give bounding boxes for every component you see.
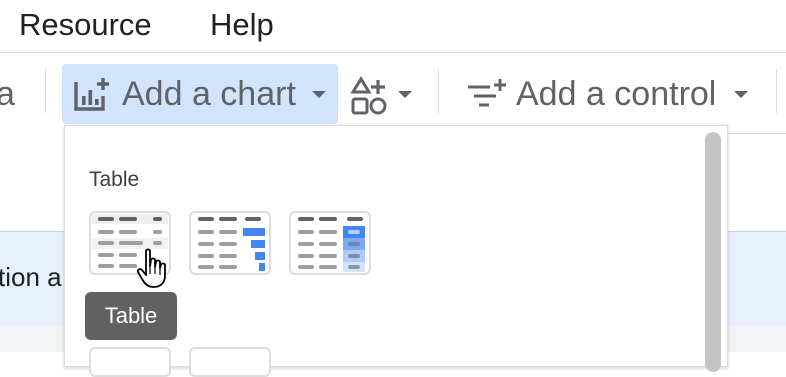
add-chart-label: Add a chart bbox=[122, 75, 296, 113]
menu-help[interactable]: Help bbox=[210, 7, 274, 43]
add-chart-icon bbox=[74, 78, 109, 111]
tooltip: Table bbox=[85, 292, 177, 340]
chart-option-table-with-heatmap[interactable] bbox=[289, 211, 371, 275]
add-chart-button[interactable]: Add a chart bbox=[62, 64, 338, 124]
chevron-down-icon bbox=[398, 91, 412, 98]
dropdown-scrollbar[interactable] bbox=[705, 132, 721, 372]
chart-option-table-with-bars[interactable] bbox=[189, 211, 271, 275]
add-control-icon bbox=[468, 79, 506, 107]
chevron-down-icon bbox=[312, 91, 326, 98]
toolbar-divider bbox=[726, 133, 786, 134]
add-component-button[interactable] bbox=[348, 64, 418, 124]
community-visualization-icon bbox=[350, 76, 387, 115]
chevron-down-icon bbox=[734, 91, 748, 98]
toolbar-separator bbox=[438, 69, 439, 113]
toolbar: a Add a chart Add a control bbox=[0, 53, 786, 134]
table-heatmap-chart-icon bbox=[298, 217, 365, 272]
canvas-partial-text: tion a bbox=[0, 262, 62, 292]
menu-bar: Resource Help bbox=[0, 0, 786, 52]
table-bars-chart-icon bbox=[192, 214, 268, 271]
hand-pointer-icon bbox=[136, 248, 166, 288]
add-control-label: Add a control bbox=[516, 75, 717, 113]
add-control-button[interactable]: Add a control bbox=[460, 64, 760, 124]
menu-resource[interactable]: Resource bbox=[19, 7, 152, 43]
toolbar-separator bbox=[776, 69, 777, 113]
toolbar-partial-label[interactable]: a bbox=[0, 75, 15, 114]
toolbar-separator bbox=[45, 69, 46, 113]
section-title-table: Table bbox=[89, 168, 140, 191]
